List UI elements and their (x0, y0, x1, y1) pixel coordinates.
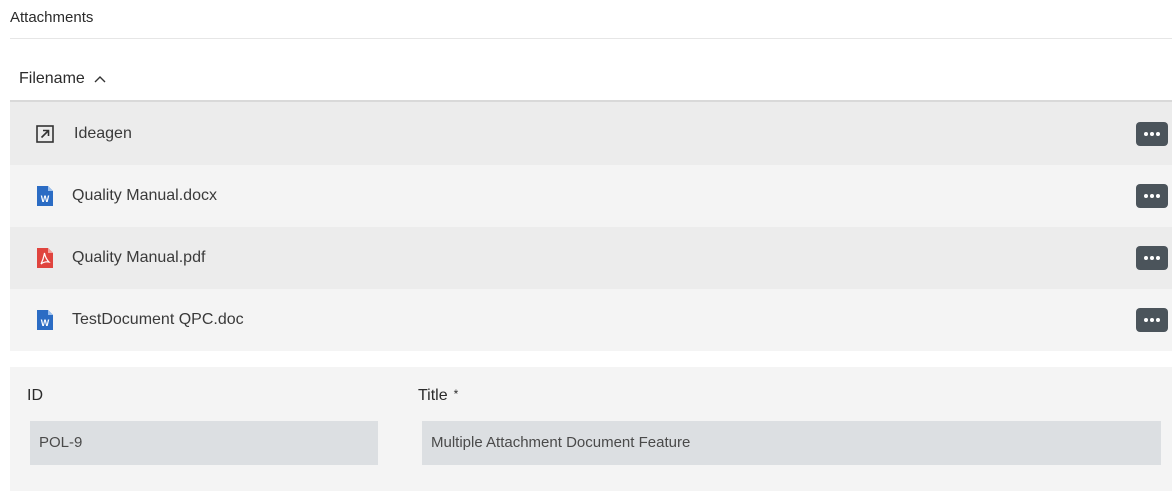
more-actions-button[interactable] (1136, 246, 1168, 270)
table-row[interactable]: W TestDocument QPC.doc (10, 289, 1172, 351)
table-row[interactable]: W Quality Manual.docx (10, 165, 1172, 227)
title-field[interactable]: Multiple Attachment Document Feature (422, 421, 1161, 465)
svg-text:W: W (41, 318, 50, 328)
required-marker: * (453, 387, 459, 401)
pdf-document-icon (36, 248, 54, 268)
table-row[interactable]: Ideagen (10, 102, 1172, 165)
word-document-icon: W (36, 186, 54, 206)
file-name-link[interactable]: TestDocument QPC.doc (72, 311, 244, 329)
svg-text:W: W (41, 194, 50, 204)
file-name-link[interactable]: Quality Manual.pdf (72, 249, 205, 267)
title-label-text: Title (418, 387, 448, 404)
title-label: Title * (418, 387, 458, 405)
file-name-link[interactable]: Quality Manual.docx (72, 187, 217, 205)
id-label: ID (27, 387, 43, 404)
chevron-up-icon (94, 76, 106, 83)
filename-header-label: Filename (19, 70, 85, 87)
id-field[interactable]: POL-9 (30, 421, 378, 465)
ellipsis-icon (1144, 131, 1160, 136)
attachments-list: Ideagen W Quality Manual.docx Quality Ma… (10, 102, 1172, 351)
filename-column-header[interactable]: Filename (19, 70, 107, 88)
section-title: Attachments (10, 9, 94, 26)
more-actions-button[interactable] (1136, 121, 1168, 146)
word-document-icon: W (36, 310, 54, 330)
file-name-link[interactable]: Ideagen (74, 125, 132, 143)
divider (10, 38, 1172, 39)
table-row[interactable]: Quality Manual.pdf (10, 227, 1172, 289)
external-link-icon (36, 124, 54, 144)
document-details-form: ID POL-9 Title * Multiple Attachment Docu… (10, 367, 1172, 491)
more-actions-button[interactable] (1136, 308, 1168, 332)
ellipsis-icon (1144, 318, 1160, 322)
more-actions-button[interactable] (1136, 184, 1168, 208)
ellipsis-icon (1144, 194, 1160, 198)
ellipsis-icon (1144, 256, 1160, 260)
